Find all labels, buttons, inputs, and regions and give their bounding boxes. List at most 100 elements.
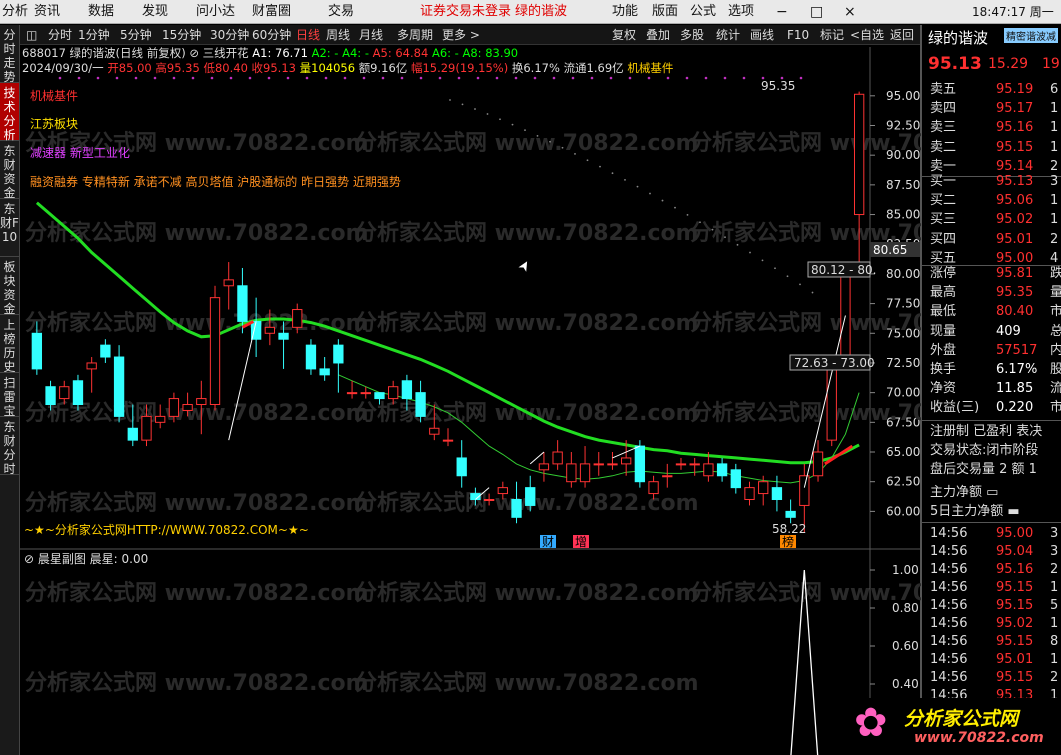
candle-body	[31, 332, 43, 370]
watermark-text: 分析家公式网 www.70822.com	[25, 220, 369, 246]
magenta-dot	[476, 76, 480, 80]
projection-dot	[461, 103, 464, 106]
candle-body	[168, 398, 180, 417]
sub-tick-label: 1.00	[892, 563, 919, 577]
candle-body	[483, 499, 495, 502]
magenta-dot	[305, 76, 309, 80]
magenta-dot	[172, 76, 176, 80]
magenta-dot	[153, 76, 157, 80]
candle-body	[45, 386, 56, 406]
candle-body	[758, 481, 769, 495]
projection-dot	[774, 267, 776, 270]
projection-dot	[636, 185, 639, 188]
marker-cai: 财	[542, 535, 554, 549]
kline-chart[interactable]: 95.0092.5090.0087.5085.0082.5080.0077.50…	[0, 0, 921, 755]
watermark-text: 分析家公式网 www.70822.com	[690, 400, 921, 426]
stock-hint: 精密谐波减	[1004, 28, 1058, 43]
candle-body	[716, 463, 728, 477]
clock-time: 18:47:17 周一	[972, 5, 1054, 19]
price-change: 15.29	[988, 56, 1029, 72]
candle-body	[292, 309, 303, 328]
marker-bang: 榜	[782, 534, 794, 549]
candle-body	[799, 475, 810, 506]
candle-body	[566, 463, 577, 483]
stat-row: 现量 409 总	[930, 323, 1061, 339]
watermark-text: 分析家公式网 www.70822.com	[25, 670, 369, 696]
candle-body	[442, 439, 454, 442]
tick-row: 14:56 95.15 2	[930, 670, 1059, 685]
candle-body	[853, 93, 865, 216]
projection-dot	[511, 123, 514, 126]
candle-body	[497, 487, 508, 495]
magenta-dot	[552, 76, 556, 80]
zone-box-2-text: 72.63 - 73.00	[794, 356, 875, 370]
y-tick-label: 95.00	[886, 89, 920, 103]
candle-body	[511, 499, 522, 518]
bid-row: 买二 95.06 1	[930, 193, 1059, 209]
candle-body	[346, 392, 358, 395]
tick-row: 14:56 95.04 3	[930, 544, 1059, 559]
candle-body	[689, 463, 700, 466]
magenta-dot	[609, 76, 613, 80]
magenta-dot	[191, 76, 195, 80]
magenta-dot	[590, 76, 594, 80]
candle-body	[552, 451, 563, 465]
bid-row: 买三 95.02 1	[930, 212, 1059, 228]
flow-5day[interactable]: 5日主力净额 ▬	[930, 502, 1061, 521]
note-row: 交易状态:闭市阶段	[930, 443, 1039, 458]
magenta-dot	[324, 76, 328, 80]
candle-body	[730, 469, 741, 489]
projection-dot	[611, 172, 614, 175]
zone-box-1-text: 80.12 - 80.	[811, 263, 876, 277]
note-row: 盘后交易量 2 额 1	[930, 462, 1037, 477]
magenta-dot	[742, 76, 746, 80]
candle-body	[538, 463, 550, 471]
candle-body	[415, 392, 426, 417]
trend-line	[529, 451, 545, 465]
magenta-dot	[533, 76, 537, 80]
candle-body	[662, 475, 673, 478]
candle-body	[621, 457, 632, 465]
candle-body	[182, 404, 193, 411]
watermark-text: 分析家公式网 www.70822.com	[690, 310, 921, 336]
candle-body	[456, 457, 467, 477]
magenta-dot	[58, 76, 62, 80]
candle-body	[319, 368, 330, 376]
projection-dot	[536, 134, 539, 137]
projection-dot	[799, 283, 801, 286]
candle-body	[237, 285, 248, 322]
projection-dot	[699, 221, 701, 224]
projection-dot	[599, 165, 601, 168]
watermark-text: 分析家公式网 www.70822.com	[690, 130, 921, 156]
watermark-text: 分析家公式网 www.70822.com	[355, 670, 699, 696]
y-tick-label: 70.00	[886, 386, 920, 400]
y-tick-label: 60.00	[886, 504, 920, 518]
candle-body	[278, 332, 289, 340]
candle-body	[59, 386, 70, 400]
magenta-dot	[628, 76, 632, 80]
ask-row: 卖三 95.16 1	[930, 120, 1059, 136]
candle-body	[579, 463, 591, 483]
candle-body	[401, 380, 413, 400]
projection-dot	[786, 275, 789, 278]
y-tick-label: 72.50	[886, 356, 920, 370]
magenta-dot	[229, 76, 233, 80]
flow-main[interactable]: 主力净额 ▭	[930, 483, 1061, 502]
watermark-text: 分析家公式网 www.70822.com	[355, 220, 699, 246]
projection-dot	[549, 140, 551, 143]
tag-0: 机械基件	[30, 89, 79, 103]
projection-dot	[811, 291, 814, 294]
candle-body	[100, 344, 111, 358]
magenta-dot	[799, 76, 803, 80]
magenta-dot	[248, 76, 252, 80]
tag-3: 融资融券 专精特新 承诺不减 高贝塔值 沪股通标的 昨日强势 近期强势	[30, 175, 401, 189]
projection-dot	[674, 206, 676, 209]
projection-dot	[661, 199, 664, 202]
y-tick-label: 87.50	[886, 178, 920, 192]
candle-body	[374, 392, 385, 400]
projection-dot	[561, 146, 564, 149]
magenta-dot	[666, 76, 670, 80]
stat-row: 最低 80.40 市	[930, 304, 1061, 320]
projection-dot	[736, 243, 739, 246]
quote-panel: 绿的谐波 精密谐波减 95.13 15.29 19 卖五 95.19 6 卖四 95.17 1 卖三 9…	[921, 25, 1061, 755]
